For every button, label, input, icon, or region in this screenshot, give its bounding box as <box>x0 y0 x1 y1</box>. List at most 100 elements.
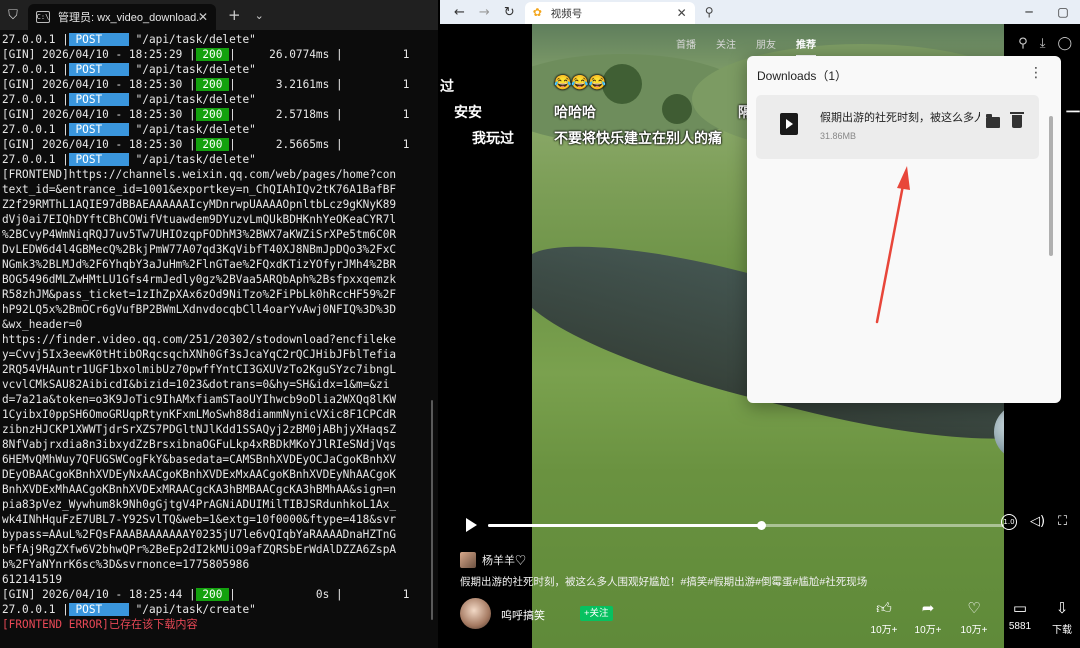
http-method-badge: POST <box>68 123 129 136</box>
terminal-line: [GIN] 2026/04/10 - 18:25:30 | 200 | 3.21… <box>2 77 430 92</box>
author-row[interactable]: 杨羊羊♡ <box>460 552 526 568</box>
terminal-line: dVj0ai7EIQhDYftCBhCOWifVtuawdem9DYuzvLmQ… <box>2 212 430 227</box>
download-button[interactable]: ⇩ 下载 <box>1044 598 1080 636</box>
speed-icon[interactable]: 1.0 <box>1001 514 1017 530</box>
avatar[interactable] <box>460 598 491 629</box>
terminal-line: [GIN] 2026/04/10 - 18:25:29 | 200 | 26.0… <box>2 47 430 62</box>
fullscreen-icon[interactable]: ⛶ <box>1058 514 1067 529</box>
terminal-text: | 0s | 1 <box>229 588 410 601</box>
play-button[interactable] <box>466 518 477 532</box>
progress-fill <box>488 524 762 527</box>
video-page: 首播 关注 朋友 推荐 ⚲ ⤓ ◯ 过 安安 我玩过 😂😂😂 哈哈哈 不要将快乐建立在… <box>440 24 1080 648</box>
chevron-down-icon[interactable]: ⌄ <box>255 9 264 22</box>
terminal-text: 27.0.0.1 | <box>2 33 69 46</box>
status-badge: 200 <box>195 108 230 121</box>
terminal-text: 27.0.0.1 | <box>2 123 69 136</box>
browser-tab[interactable]: ✿ 视频号 ✕ <box>524 2 695 24</box>
nav-tab[interactable]: 朋友 <box>756 36 776 57</box>
terminal-tab-title: 管理员: wx_video_download.e <box>58 12 200 24</box>
terminal-text: &wx_header=0 <box>2 318 83 331</box>
terminal-text: [GIN] 2026/04/10 - 18:25:44 | <box>2 588 196 601</box>
terminal-text: [GIN] 2026/04/10 - 18:25:29 | <box>2 48 196 61</box>
terminal-text: y=Cvvj5Ix3eewK0tHtibORqcsqchXNh0Gf3sJcaY… <box>2 348 397 361</box>
terminal-line: DEyOBAACgoKBnhXVDEyNxAACgoKBnhXVDExMxAAC… <box>2 467 430 482</box>
terminal-text: [GIN] 2026/04/10 - 18:25:30 | <box>2 78 196 91</box>
danmu-comment: 一下 <box>1066 104 1080 120</box>
trash-icon[interactable] <box>1010 112 1024 128</box>
profile-icon[interactable]: ◯ <box>1057 36 1072 51</box>
maximize-icon[interactable]: ▢ <box>1046 5 1080 19</box>
thumb-up-icon: 👍︎ <box>876 599 892 617</box>
progress-bar[interactable] <box>488 521 1004 530</box>
poster-name[interactable]: 呜呼搞笑 <box>501 607 545 623</box>
terminal-line: DvLEDW6d4l4GBMecQ%2BkjPmW77A07qd3KqVibfT… <box>2 242 430 257</box>
terminal-line: 2RQ54VHAuntr1UGF1bxolmibUz70pwffYntCI3GX… <box>2 362 430 377</box>
terminal-text: | 3.2161ms | 1 <box>229 78 410 91</box>
terminal-text: 8NfVabjrxdia8n3ibxydZzBrsxibnaOGFuLkp4xR… <box>2 438 397 451</box>
terminal-line: BOG5496dMLZwHMtLU1Gfs4rmJedly0gz%2BVaa5A… <box>2 272 430 287</box>
browser-tab-title: 视频号 <box>550 7 583 20</box>
back-icon[interactable]: ← <box>454 5 465 20</box>
nav-tab[interactable]: 关注 <box>716 36 736 57</box>
search-icon[interactable]: ⚲ <box>705 5 714 19</box>
favorite-button[interactable]: ♡ 10万+ <box>956 598 992 636</box>
follow-button[interactable]: +关注 <box>580 606 613 621</box>
terminal-line: pia83pVez_Wywhum8k9Nh0gGjtgV4PrAGNiADUIM… <box>2 497 430 512</box>
terminal-text: 2RQ54VHAuntr1UGF1bxolmibUz70pwffYntCI3GX… <box>2 363 397 376</box>
download-icon[interactable]: ⤓ <box>1040 36 1046 51</box>
terminal-line: 6HEMvQMhWuy7QFUGSWCogFkY&basedata=CAMSBn… <box>2 452 430 467</box>
downloads-scrollbar[interactable] <box>1049 116 1053 256</box>
close-icon[interactable]: ✕ <box>198 10 208 24</box>
download-icon: ⇩ <box>1055 599 1069 617</box>
terminal-text: zibnzHJCKP1XWWTjdrSrXZS7PDGltNJlKdd1SSAQ… <box>2 423 397 436</box>
terminal-icon: C:\ <box>36 11 50 23</box>
terminal-line: d=7a21a&token=o3K9JoTic9IhAMxfiamSTaoUYI… <box>2 392 430 407</box>
terminal-text: "/api/task/create" <box>128 603 256 616</box>
forward-icon[interactable]: → <box>479 5 490 20</box>
search-icon[interactable]: ⚲ <box>1018 36 1028 51</box>
danmu-comment: 哈哈哈 <box>554 104 596 120</box>
more-options-icon[interactable]: ⋮ <box>1029 65 1043 81</box>
terminal-text: "/api/task/delete" <box>128 153 256 166</box>
terminal-line: [GIN] 2026/04/10 - 18:25:30 | 200 | 2.57… <box>2 107 430 122</box>
terminal-text: bypass=AAuL%2FQsFAAABAAAAAAAY0235jU7le6v… <box>2 528 397 541</box>
terminal-text: BnhXVDExMhAACgoKBnhXVDExMRAACgcKA3hBMBAA… <box>2 483 397 496</box>
nav-tab[interactable]: 推荐 <box>796 36 816 57</box>
terminal-text: "/api/task/delete" <box>128 93 256 106</box>
downloads-panel: Downloads（1） ⋮ 假期出游的社死时刻，被这么多人围观好尴尬！ 31.… <box>747 56 1061 403</box>
comment-icon: ▭ <box>1012 599 1028 617</box>
volume-icon[interactable]: ◁) <box>1030 514 1045 529</box>
video-caption: 假期出游的社死时刻，被这么多人围观好尴尬！#搞笑#假期出游#倒霉蛋#尴尬#社死现… <box>460 576 868 588</box>
terminal-titlebar: ⛉ C:\ 管理员: wx_video_download.e ✕ + ⌄ <box>0 0 438 30</box>
terminal-tab[interactable]: C:\ 管理员: wx_video_download.e ✕ <box>28 4 216 30</box>
terminal-text: DEyOBAACgoKBnhXVDEyNxAACgoKBnhXVDExMxAAC… <box>2 468 397 481</box>
share-button[interactable]: ➦ 10万+ <box>910 598 946 636</box>
like-button[interactable]: 👍︎ 10万+ <box>866 598 902 636</box>
download-file-size: 31.86MB <box>820 131 857 141</box>
shield-icon[interactable]: ⛉ <box>0 0 26 30</box>
terminal-text: %2BCvyP4WmNiqRQJ7uv5Tw7UHIOzqpFODhM3%2BW… <box>2 228 397 241</box>
downloads-title: Downloads（1） <box>757 69 848 83</box>
terminal-line: 27.0.0.1 | POST "/api/task/delete" <box>2 92 430 107</box>
terminal-line: bFfAj9RgZXfw6V2bhwQPr%2BeEp2dI2kMUiO9afZ… <box>2 542 430 557</box>
comment-button[interactable]: ▭ 5881 <box>1002 598 1038 632</box>
danmu-comment: 过 <box>440 78 454 94</box>
avatar <box>460 552 476 568</box>
terminal-line: hP92LQ5x%2BmOCr6gVufBP2BWmLXdnvdocqbCll4… <box>2 302 430 317</box>
minimize-icon[interactable]: ─ <box>1012 5 1046 19</box>
refresh-icon[interactable]: ↻ <box>504 5 515 20</box>
top-right-icons: ⚲ ⤓ ◯ <box>1018 36 1072 51</box>
new-tab-button[interactable]: + <box>228 6 241 24</box>
terminal-scrollbar[interactable] <box>431 400 433 620</box>
terminal-line: &wx_header=0 <box>2 317 430 332</box>
folder-icon[interactable] <box>986 114 1000 128</box>
nav-tab[interactable]: 首播 <box>676 36 696 57</box>
window-controls: ─ ▢ <box>1012 0 1080 24</box>
terminal-text: bFfAj9RgZXfw6V2bhwQPr%2BeEp2dI2kMUiO9afZ… <box>2 543 397 556</box>
terminal-text: [FRONTEND]https://channels.weixin.qq.com… <box>2 168 397 181</box>
terminal-text: wk4INhHquFzE7UBL7-Y92SvlTQ&web=1&extg=10… <box>2 513 397 526</box>
close-icon[interactable]: ✕ <box>677 6 687 20</box>
download-item[interactable]: 假期出游的社死时刻，被这么多人围观好尴尬！ 31.86MB <box>756 95 1039 159</box>
terminal-line: Z2f29RMThL1AQIE97dBBAEAAAAAAIcyMDnrwpUAA… <box>2 197 430 212</box>
terminal-output: 27.0.0.1 | POST "/api/task/delete" [GIN] … <box>0 30 430 632</box>
